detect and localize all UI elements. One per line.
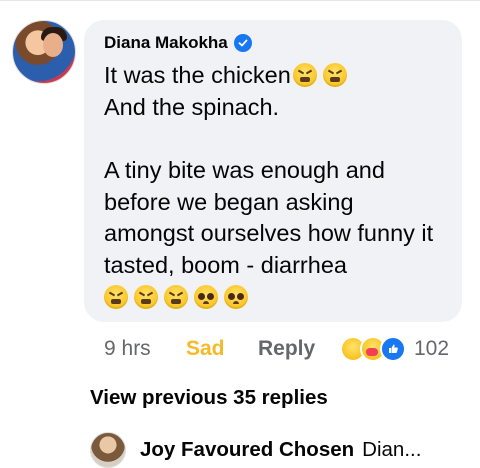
comment-line-7: tasted, boom - diarrhea	[104, 252, 347, 279]
tired-face-emoji	[134, 284, 158, 309]
tired-face-emoji	[104, 284, 128, 309]
pleading-face-emoji	[224, 284, 248, 309]
top-divider	[0, 0, 480, 1]
tired-face-emoji	[322, 63, 347, 87]
reply-author-name[interactable]: Joy Favoured Chosen	[140, 438, 354, 461]
author-avatar[interactable]	[12, 20, 76, 84]
comment-line-3	[104, 123, 454, 155]
comment-actions: 9 hrs Sad Reply 102	[104, 334, 464, 364]
reply-preview[interactable]: Joy Favoured Chosen Dian...	[90, 432, 421, 468]
tired-face-emoji	[292, 63, 317, 87]
comment-timestamp[interactable]: 9 hrs	[104, 337, 186, 361]
comment-line-4: A tiny bite was enough and	[104, 157, 385, 184]
comment-line-6: amongst ourselves how funny it	[104, 220, 434, 247]
author-name[interactable]: Diana Makokha	[104, 33, 228, 53]
comment-emoji-line	[104, 282, 454, 314]
comment-line-5: before we began asking	[104, 188, 354, 215]
comment-line-2: And the spinach.	[104, 93, 280, 120]
reaction-count[interactable]: 102	[414, 337, 449, 361]
reply-author-avatar[interactable]	[90, 432, 126, 468]
tired-face-emoji	[164, 284, 188, 309]
like-reaction-icon	[380, 336, 406, 362]
comment-author[interactable]: Diana Makokha	[104, 33, 252, 53]
reaction-summary[interactable]	[340, 336, 406, 362]
verified-badge-icon	[233, 34, 252, 52]
comment-line-1: It was the chicken	[104, 60, 454, 92]
reply-preview-text: Joy Favoured Chosen Dian...	[140, 438, 421, 462]
comment-text: It was the chicken And the spinach. A ti…	[104, 60, 454, 314]
sad-reaction-button[interactable]: Sad	[186, 337, 258, 361]
pleading-face-emoji	[194, 284, 218, 309]
view-previous-replies-link[interactable]: View previous 35 replies	[90, 386, 328, 410]
reply-button[interactable]: Reply	[258, 337, 336, 361]
reply-snippet: Dian...	[362, 438, 422, 461]
